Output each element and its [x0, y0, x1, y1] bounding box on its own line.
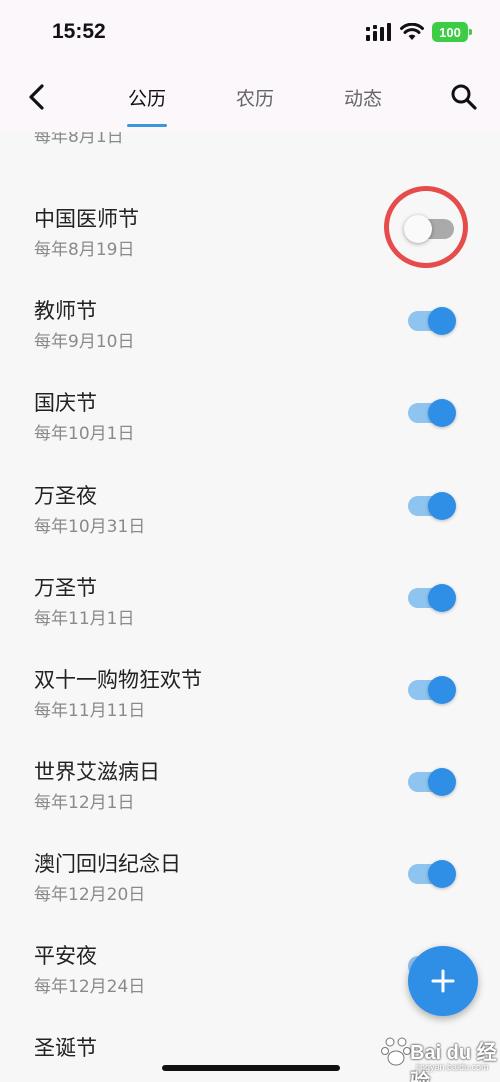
holiday-name: 万圣节 [34, 576, 97, 600]
status-bar: 15:52 100 [0, 0, 500, 62]
active-tab-indicator [127, 124, 167, 127]
status-time: 15:52 [52, 20, 106, 43]
holiday-toggle[interactable] [408, 676, 456, 704]
holiday-date: 每年9月10日 [34, 332, 135, 352]
holiday-name: 圣诞节 [34, 1036, 97, 1060]
list-item: 教师节 每年9月10日 [0, 295, 500, 387]
holiday-toggle[interactable] [408, 768, 456, 796]
cellular-signal-icon [366, 23, 391, 41]
holiday-toggle[interactable] [408, 307, 456, 335]
list-item: 国庆节 每年10月1日 [0, 387, 500, 479]
tab-gregorian[interactable]: 公历 [107, 84, 187, 111]
holiday-name: 国庆节 [34, 391, 97, 415]
holiday-name: 中国医师节 [34, 207, 139, 231]
holiday-name: 澳门回归纪念日 [34, 852, 181, 876]
tab-feed[interactable]: 动态 [323, 84, 403, 111]
holiday-date: 每年11月11日 [34, 701, 146, 721]
holiday-toggle[interactable] [408, 492, 456, 520]
top-nav-bar: 公历 农历 动态 [0, 62, 500, 132]
list-item: 澳门回归纪念日 每年12月20日 [0, 848, 500, 940]
holiday-date: 每年8月1日 [34, 132, 124, 147]
search-icon [451, 84, 477, 110]
toggle-knob [428, 492, 456, 520]
search-button[interactable] [448, 80, 480, 114]
holiday-toggle[interactable] [408, 584, 456, 612]
battery-level: 100 [439, 24, 461, 40]
list-item: 圣诞节 [0, 1032, 500, 1082]
status-icons: 100 [366, 22, 472, 42]
list-item: 万圣节 每年11月1日 [0, 572, 500, 664]
list-item: 双十一购物狂欢节 每年11月11日 [0, 664, 500, 756]
holiday-date: 每年12月1日 [34, 793, 135, 813]
plus-icon [431, 969, 455, 993]
chevron-left-icon [29, 84, 44, 110]
toggle-knob [428, 860, 456, 888]
holiday-date: 每年12月20日 [34, 885, 146, 905]
toggle-knob [428, 584, 456, 612]
holiday-date: 每年10月31日 [34, 517, 146, 537]
wifi-icon [400, 23, 424, 40]
toggle-knob [404, 215, 432, 243]
holiday-date: 每年8月19日 [34, 240, 135, 260]
toggle-knob [428, 307, 456, 335]
toggle-knob [428, 399, 456, 427]
home-indicator [162, 1065, 340, 1071]
holiday-name: 教师节 [34, 299, 97, 323]
holiday-date: 每年12月24日 [34, 977, 146, 997]
holiday-list: 每年8月1日 中国医师节 每年8月19日 教师节 每年9月10日 国庆节 每年1… [0, 132, 500, 1082]
holiday-toggle[interactable] [404, 215, 454, 243]
holiday-date: 每年11月1日 [34, 609, 135, 629]
holiday-name: 双十一购物狂欢节 [34, 668, 202, 692]
tab-lunar[interactable]: 农历 [215, 84, 295, 111]
back-button[interactable] [22, 80, 52, 114]
holiday-name: 平安夜 [34, 944, 97, 968]
list-item: 世界艾滋病日 每年12月1日 [0, 756, 500, 848]
holiday-toggle[interactable] [408, 860, 456, 888]
list-item: 每年8月1日 [0, 132, 500, 182]
toggle-knob [428, 676, 456, 704]
holiday-name: 世界艾滋病日 [34, 760, 160, 784]
holiday-name: 万圣夜 [34, 484, 97, 508]
holiday-toggle[interactable] [408, 399, 456, 427]
battery-icon: 100 [432, 22, 472, 42]
toggle-knob [428, 768, 456, 796]
list-item: 万圣夜 每年10月31日 [0, 480, 500, 572]
holiday-date: 每年10月1日 [34, 424, 135, 444]
add-button[interactable] [408, 946, 478, 1016]
list-item: 中国医师节 每年8月19日 [0, 203, 500, 295]
